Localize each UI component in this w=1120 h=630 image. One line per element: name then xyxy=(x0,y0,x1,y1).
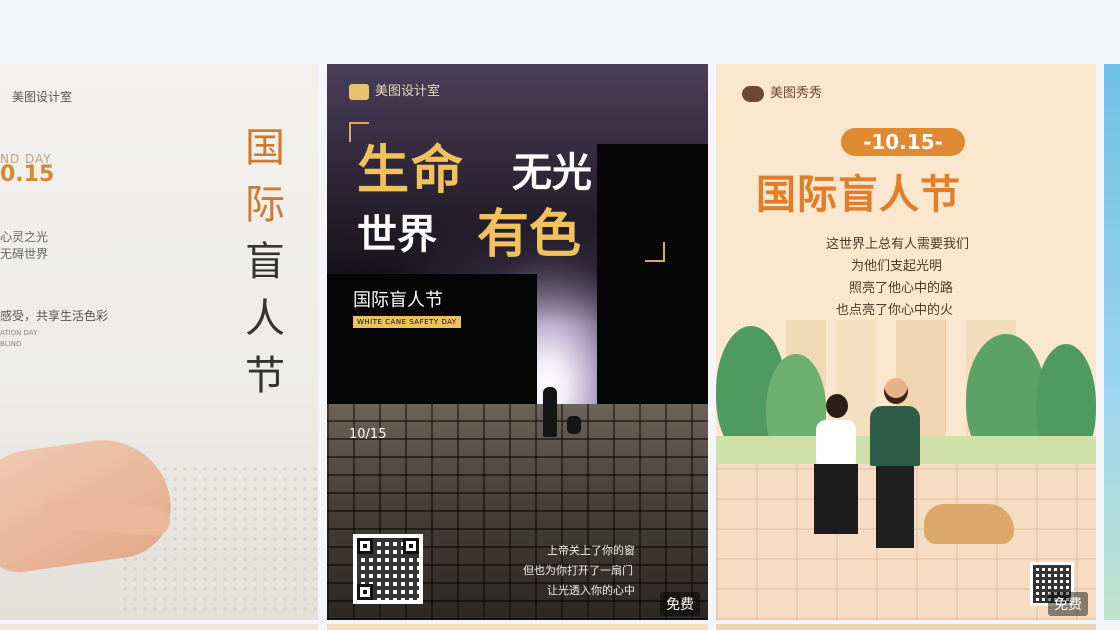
english-tag: WHITE CANE SAFETY DAY xyxy=(353,316,461,328)
poem-line-4: 也点亮了你心中的火 xyxy=(836,303,954,318)
next-row-card[interactable] xyxy=(0,624,318,630)
headline-gold-1: 生命 xyxy=(357,141,466,201)
next-row-card[interactable] xyxy=(716,624,1096,630)
free-badge: 免费 xyxy=(1048,592,1088,616)
poster-title: 国际盲人节 xyxy=(756,172,961,218)
english-line-2: BLIND xyxy=(0,340,22,348)
poem-line-3: 让光透入你的心中 xyxy=(547,584,635,597)
subtitle-line-3: 感受，共享生活色彩 xyxy=(0,309,109,323)
top-bar xyxy=(0,0,1120,62)
poem-line-3: 照亮了他心中的路 xyxy=(849,281,954,296)
free-badge: 免费 xyxy=(660,592,700,616)
guide-dog xyxy=(567,416,581,434)
next-row-card[interactable] xyxy=(327,624,708,630)
brand-label: 美图设计室 xyxy=(349,80,440,100)
template-card-2[interactable]: 美图设计室 生命 无光 世界 有色 国际盲人节 WHITE CANE SAFET… xyxy=(327,64,708,620)
vertical-title-char: 盲 xyxy=(245,239,285,285)
template-card-4[interactable] xyxy=(1104,64,1120,620)
english-line-1: ATION DAY xyxy=(0,329,38,337)
vertical-title: 国 际 盲 人 节 xyxy=(240,120,290,405)
poem-line-2: 但也为你打开了一扇门 xyxy=(523,564,633,577)
headline-white-1: 无光 xyxy=(512,150,592,196)
brand-logo-icon xyxy=(742,85,764,102)
poem-line-1: 上帝关上了你的窗 xyxy=(547,544,635,557)
walking-person xyxy=(543,387,557,437)
right-wall xyxy=(597,144,708,434)
date-pill: -10.15- xyxy=(841,128,965,156)
poem-line-1: 这世界上总有人需要我们 xyxy=(826,237,970,252)
template-card-3[interactable]: 美图秀秀 -10.15- 国际盲人节 这世界上总有人需要我们 为他们支起光明 照… xyxy=(716,64,1096,620)
vertical-title-char: 节 xyxy=(245,353,285,399)
headline-white-2: 世界 xyxy=(357,212,437,258)
subtitle-line-1: 心灵之光 xyxy=(0,230,49,244)
brand-logo-icon xyxy=(349,83,369,100)
poem-line-2: 为他们支起光明 xyxy=(851,259,943,274)
date-label: 10/15 xyxy=(349,427,387,442)
festival-title: 国际盲人节 xyxy=(353,290,443,311)
bracket-icon xyxy=(645,242,665,262)
subtitle-line-2: 无碍世界 xyxy=(0,247,49,261)
woman-figure xyxy=(812,394,860,554)
brand-label: 美图设计室 xyxy=(12,90,73,104)
template-card-1[interactable]: 美图设计室 ND DAY 0.15 心灵之光 无碍世界 感受，共享生活色彩 AT… xyxy=(0,64,318,620)
vertical-title-char: 际 xyxy=(245,182,285,228)
vertical-title-char: 国 xyxy=(245,125,285,171)
qr-code-icon xyxy=(353,534,423,604)
guide-dog xyxy=(924,504,1014,544)
headline-gold-2: 有色 xyxy=(477,205,582,265)
brand-label: 美图秀秀 xyxy=(742,82,822,102)
man-figure xyxy=(866,378,924,558)
date-label: 0.15 xyxy=(0,162,55,187)
vertical-title-char: 人 xyxy=(245,296,285,342)
